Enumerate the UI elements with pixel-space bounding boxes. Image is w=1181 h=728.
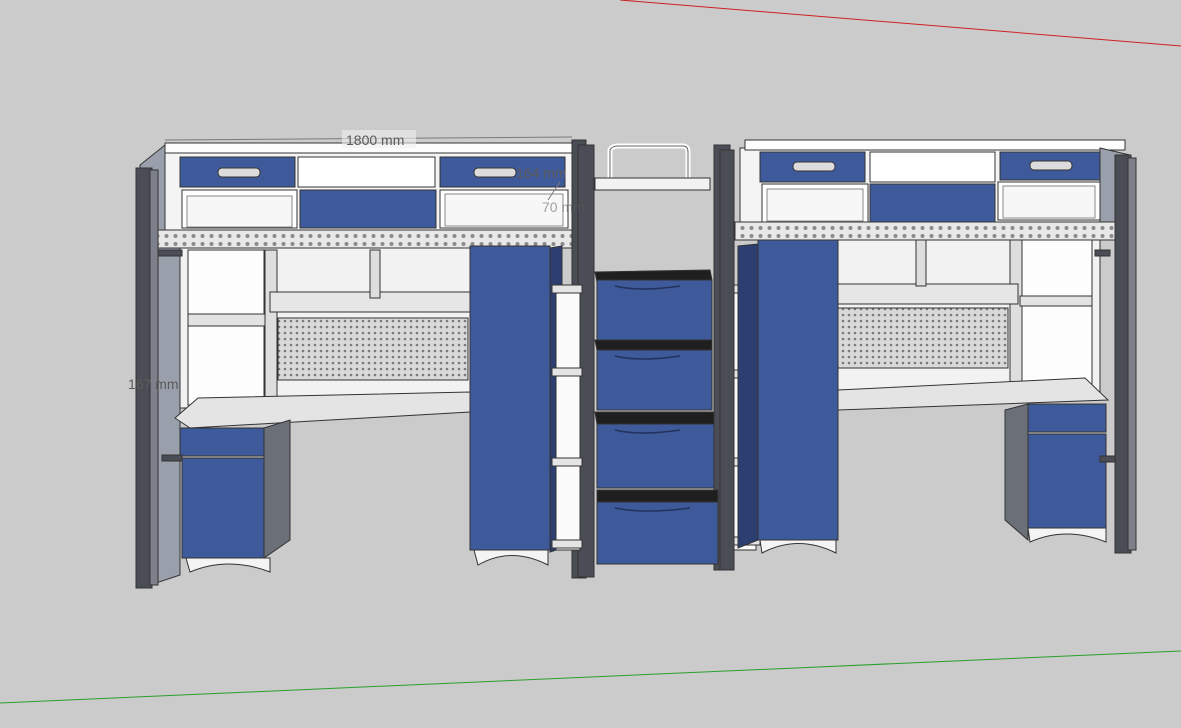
height-dimension-label: 167 mm: [128, 376, 179, 392]
left-guard-rail: [154, 229, 576, 249]
right-inner-post: [719, 149, 735, 571]
left-desk-pedestal-top-drawer[interactable]: [179, 427, 265, 457]
small-dimension-label: 70 mm: [542, 199, 585, 215]
right-mesh-panel: [837, 307, 1009, 369]
left-cubby-1: [297, 156, 436, 188]
left-drawer-2-handle[interactable]: [473, 167, 517, 178]
right-wardrobe[interactable]: [757, 239, 839, 541]
red-axis-line: [619, 0, 1181, 47]
right-cubby-1: [869, 151, 996, 183]
right-desk-pedestal-door[interactable]: [1027, 433, 1107, 529]
stair-step-2[interactable]: [594, 339, 713, 351]
stair-step-4[interactable]: [596, 489, 719, 503]
depth-dimension-label: 164 mm: [516, 165, 567, 181]
left-desk-top: [174, 391, 471, 429]
model-canvas[interactable]: 1800 mm 164 mm 70 mm 167 mm: [0, 0, 1181, 728]
left-drawer-3[interactable]: [299, 189, 437, 229]
right-drawer-1-handle[interactable]: [792, 161, 836, 172]
green-axis-line: [0, 650, 1181, 704]
right-top-cover: [744, 139, 1126, 151]
left-wardrobe[interactable]: [469, 245, 551, 551]
stair-step-3[interactable]: [594, 411, 715, 425]
right-bunk-unit[interactable]: [719, 139, 1137, 571]
width-dimension-label: 1800 mm: [346, 132, 404, 148]
right-drawer-2-handle[interactable]: [1029, 160, 1073, 171]
stair-drawer-3[interactable]: [596, 423, 715, 489]
left-desk-pedestal-door[interactable]: [181, 457, 265, 559]
right-desk-pedestal-top-drawer[interactable]: [1027, 403, 1107, 433]
3d-viewport[interactable]: 1800 mm 164 mm 70 mm 167 mm: [0, 0, 1181, 728]
left-bunk-unit[interactable]: [135, 139, 587, 589]
stair-top-handle[interactable]: [607, 143, 691, 178]
right-guard-rail: [734, 221, 1121, 241]
right-drawer-3[interactable]: [869, 183, 996, 223]
left-mesh-panel: [277, 317, 469, 381]
bunk-bed-model[interactable]: [135, 139, 1137, 589]
left-drawer-1-handle[interactable]: [217, 167, 261, 178]
